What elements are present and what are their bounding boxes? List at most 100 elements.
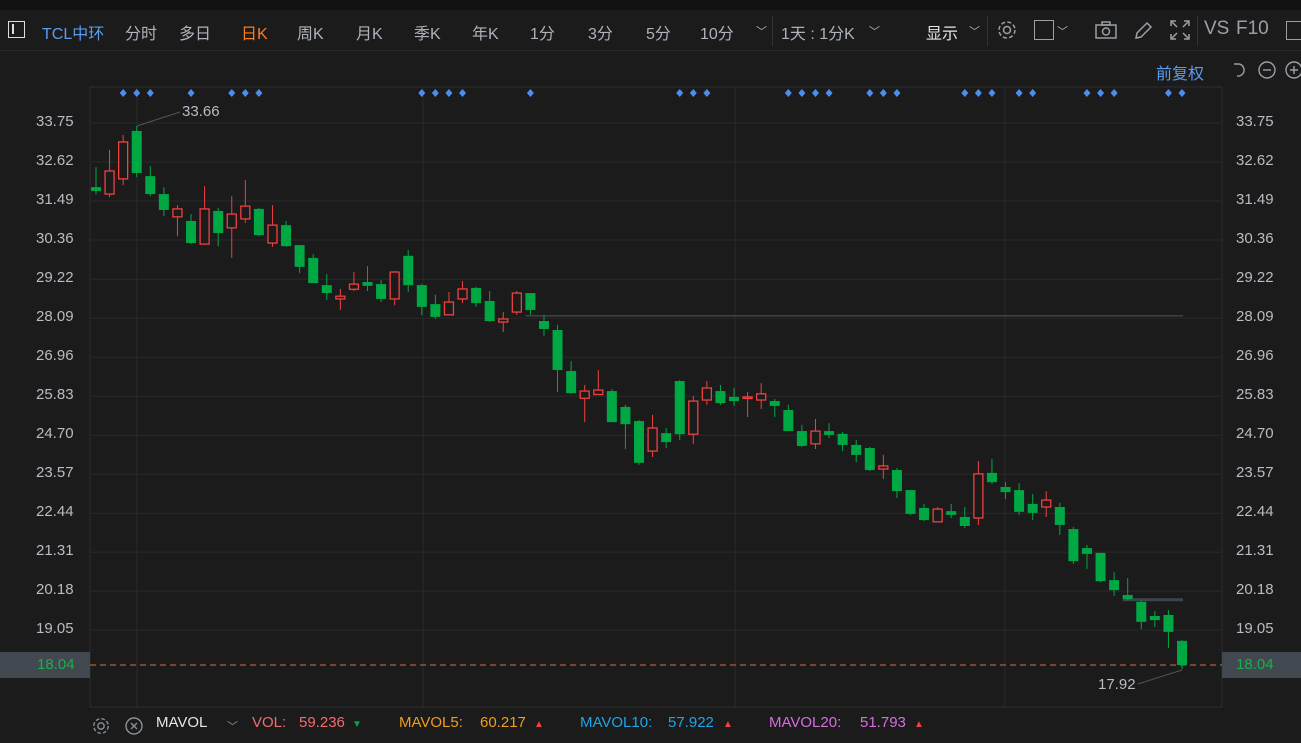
mavol5-up-arrow-icon: ▲ <box>534 719 544 730</box>
candle-down <box>1109 580 1120 591</box>
candle-down <box>946 511 957 515</box>
candle-down <box>321 285 332 294</box>
candle-down <box>308 257 319 284</box>
candle-down <box>620 406 631 425</box>
signal-marker-icon <box>445 89 453 97</box>
candle-down <box>1081 548 1092 554</box>
signal-marker-icon <box>988 89 996 97</box>
candle-down <box>253 208 264 236</box>
candle-down <box>213 210 224 234</box>
candle-down <box>1068 529 1079 562</box>
candle-down <box>851 444 862 455</box>
last-price-left-label: 18.04 <box>37 656 75 673</box>
signal-marker-icon <box>133 89 141 97</box>
candle-up <box>756 393 767 401</box>
max-callout-line <box>136 111 181 127</box>
candle-down <box>158 194 169 210</box>
mavol10-value: 57.922 <box>668 714 714 731</box>
y-tick-right: 20.18 <box>1236 581 1274 599</box>
y-tick-left: 22.44 <box>36 503 74 521</box>
signal-marker-icon <box>961 89 969 97</box>
y-tick-right: 25.83 <box>1236 386 1274 404</box>
candle-up <box>104 170 115 195</box>
candle-down <box>1163 614 1174 632</box>
candle-down <box>525 293 536 310</box>
candle-down <box>864 447 875 471</box>
signal-marker-icon <box>187 89 195 97</box>
candle-down <box>145 176 156 195</box>
candle-down <box>1027 503 1038 513</box>
candle-up <box>443 301 455 316</box>
y-tick-left: 19.05 <box>36 620 74 638</box>
candle-down <box>634 421 644 463</box>
signal-marker-icon <box>974 89 982 97</box>
signal-marker-icon <box>526 89 534 97</box>
candle-up <box>389 271 400 300</box>
signal-marker-icon <box>241 89 249 97</box>
candle-down <box>1000 486 1011 493</box>
signal-marker-icon <box>811 89 819 97</box>
candle-up <box>973 473 984 519</box>
y-tick-right: 19.05 <box>1236 620 1274 638</box>
mavol10-label: MAVOL10: <box>580 714 653 731</box>
signal-marker-icon <box>676 89 684 97</box>
candle-up <box>240 205 251 220</box>
y-tick-left: 28.09 <box>36 308 74 326</box>
signal-marker-icon <box>784 89 792 97</box>
candle-down <box>362 282 373 286</box>
y-tick-right: 28.09 <box>1236 308 1274 326</box>
candle-down <box>729 396 740 402</box>
candle-down <box>1136 601 1147 622</box>
plot-border <box>89 86 1223 708</box>
candle-up <box>511 292 522 313</box>
candle-up <box>878 465 889 470</box>
candle-down <box>471 287 482 304</box>
candle-down <box>959 516 970 526</box>
candle-up <box>172 208 183 218</box>
signal-marker-icon <box>418 89 426 97</box>
candle-down <box>1149 616 1160 621</box>
candle-down <box>1122 594 1133 600</box>
y-tick-right: 21.31 <box>1236 542 1274 560</box>
candle-down <box>674 381 685 435</box>
candle-up <box>348 283 360 290</box>
candle-down <box>294 245 305 267</box>
y-tick-right: 26.96 <box>1236 347 1274 365</box>
signal-marker-icon <box>866 89 874 97</box>
candle-down <box>91 187 101 191</box>
candle-down <box>416 285 427 307</box>
candle-up <box>688 400 699 435</box>
signal-marker-icon <box>228 89 236 97</box>
y-tick-left: 33.75 <box>36 113 74 130</box>
mavol20-up-arrow-icon: ▲ <box>914 719 924 730</box>
candle-down <box>769 401 780 406</box>
candle-down <box>131 130 142 174</box>
mavol20-value: 51.793 <box>860 714 906 731</box>
signal-marker-icon <box>459 89 467 97</box>
signal-marker-icon <box>1097 89 1105 97</box>
signal-marker-icon <box>879 89 887 97</box>
close-indicator-icon[interactable] <box>124 716 144 736</box>
chevron-down-icon[interactable]: ﹀ <box>227 718 238 734</box>
signal-marker-icon <box>1029 89 1037 97</box>
candle-down <box>986 472 997 483</box>
indicator-settings-gear-icon[interactable] <box>91 716 111 736</box>
candle-down <box>186 220 197 244</box>
candle-down <box>919 508 930 521</box>
candle-up <box>810 430 821 445</box>
signal-marker-icon <box>431 89 439 97</box>
indicator-select[interactable]: MAVOL <box>156 714 207 731</box>
candle-up <box>498 318 509 323</box>
y-tick-right: 33.75 <box>1236 113 1274 130</box>
vol-down-arrow-icon: ▼ <box>352 719 362 730</box>
y-tick-right: 29.22 <box>1236 269 1274 287</box>
candle-down <box>538 321 549 329</box>
candle-down <box>715 391 726 404</box>
signal-marker-icon <box>703 89 711 97</box>
y-tick-right: 22.44 <box>1236 503 1274 521</box>
last-price-right-label: 18.04 <box>1236 656 1274 673</box>
y-tick-left: 26.96 <box>36 347 74 365</box>
y-tick-left: 32.62 <box>36 151 74 169</box>
y-tick-left: 23.57 <box>36 464 74 482</box>
y-tick-left: 24.70 <box>36 425 74 443</box>
